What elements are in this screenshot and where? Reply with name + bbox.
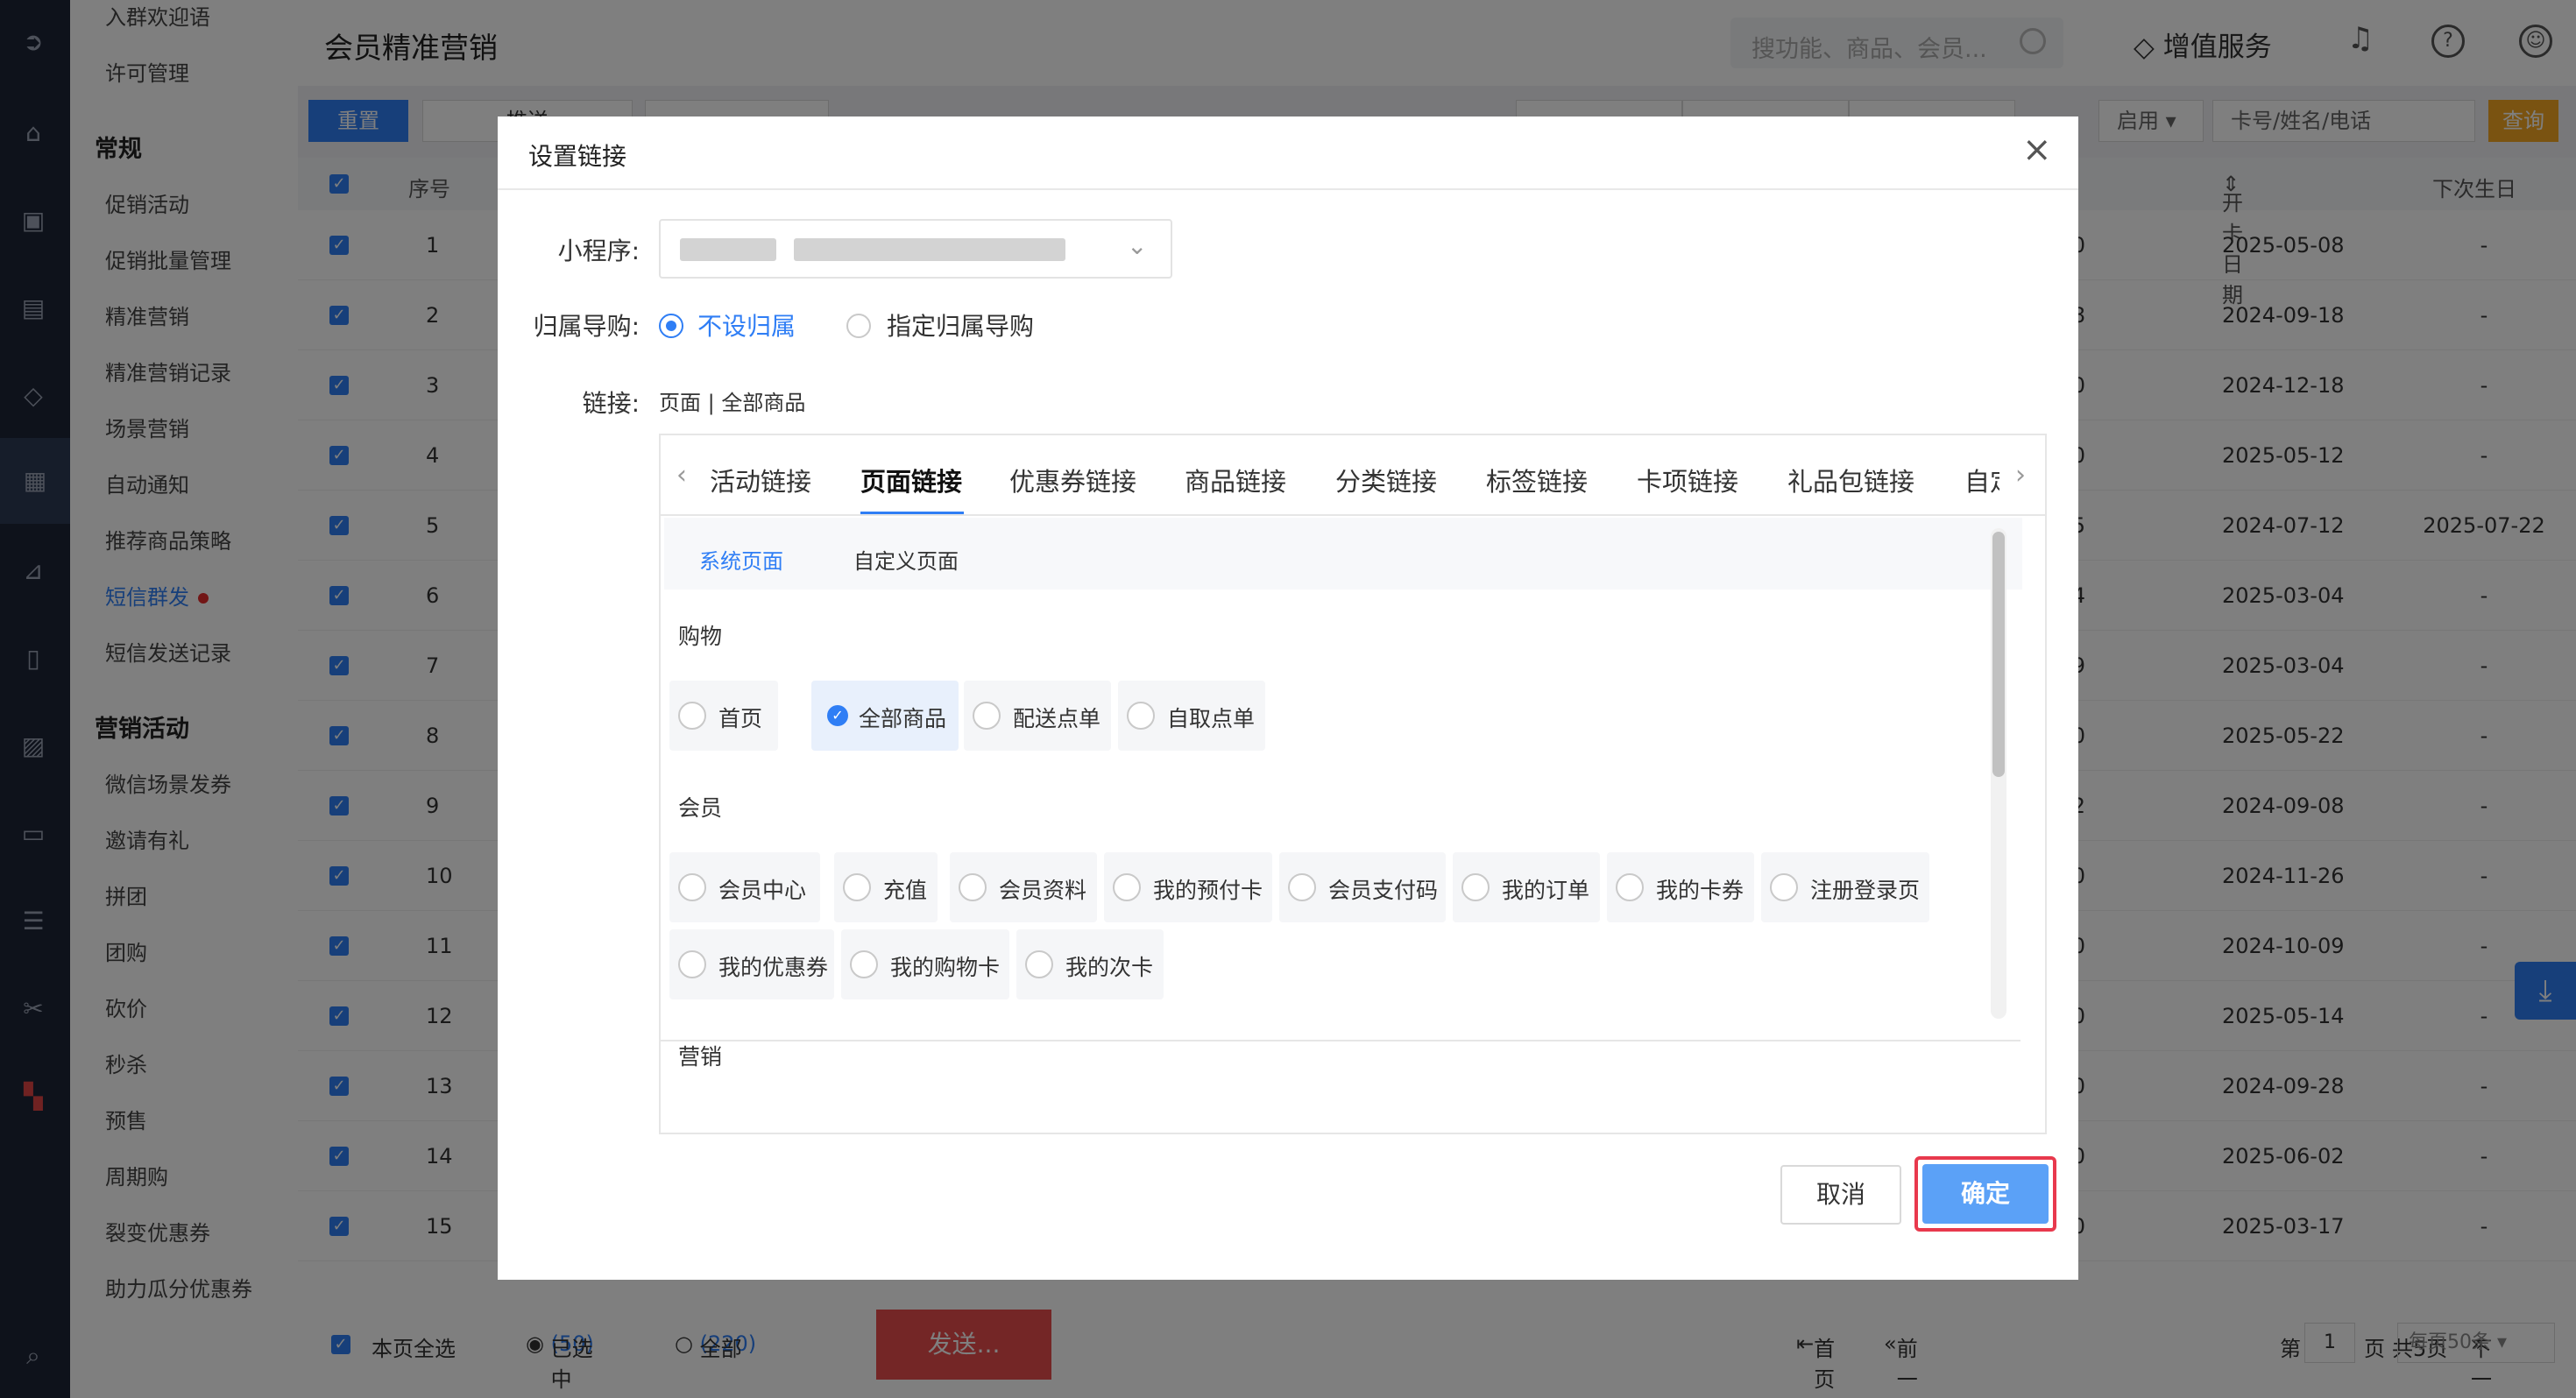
active-tab-underline	[860, 512, 964, 514]
page-option-label: 我的优惠券	[718, 955, 829, 980]
radio-circle	[678, 873, 706, 901]
radio-circle	[1616, 873, 1644, 901]
page-option[interactable]: 我的卡券	[1607, 852, 1754, 922]
page-option-label: 我的次卡	[1065, 955, 1154, 980]
radio-circle	[1127, 702, 1155, 730]
tab-page-link[interactable]: 页面链接	[860, 462, 962, 498]
tab-tag-link[interactable]: 标签链接	[1486, 462, 1588, 498]
chevron-left-icon[interactable]: ‹	[676, 460, 687, 491]
link-panel: ‹ 活动链接 页面链接 优惠券链接 商品链接 分类链接 标签链接 卡项链接 礼品…	[659, 434, 2047, 1134]
scrollbar[interactable]	[1991, 528, 2006, 1019]
radio-circle	[973, 702, 1001, 730]
tab-custom-link[interactable]: 自定	[1964, 462, 1999, 498]
page-option[interactable]: 我的订单	[1453, 852, 1600, 922]
page-option-label: 全部商品	[859, 706, 947, 731]
panel-bottom	[661, 1040, 2020, 1063]
page-type-tabs: 系统页面 自定义页面	[664, 518, 2022, 590]
dialog-title: 设置链接	[528, 142, 627, 171]
link-label: 链接:	[582, 389, 640, 418]
guide-none-radio[interactable]	[659, 314, 683, 338]
category-member: 会员	[678, 795, 723, 821]
guide-label: 归属导购:	[533, 312, 640, 341]
dialog-header: 设置链接 ×	[498, 116, 2078, 190]
redacted-text	[794, 238, 1065, 261]
radio-circle	[959, 873, 987, 901]
redacted-text	[680, 238, 776, 261]
page-option[interactable]: ✓ 全部商品	[811, 681, 959, 751]
guide-none-label[interactable]: 不设归属	[697, 307, 796, 342]
radio-circle	[1461, 873, 1490, 901]
page-option[interactable]: 我的优惠券	[669, 929, 834, 999]
check-icon: ✓	[827, 705, 848, 726]
page-option[interactable]: 我的次卡	[1016, 929, 1164, 999]
tab-coupon-link[interactable]: 优惠券链接	[1009, 462, 1136, 498]
page-option[interactable]: 会员中心	[669, 852, 820, 922]
page-option[interactable]: 会员支付码	[1279, 852, 1446, 922]
page-link-content: 系统页面 自定义页面 购物 首页 ✓ 全部商品 配送点单 自取点单 会员 会员中心 充值 会…	[664, 518, 2022, 1122]
mini-program-select[interactable]: ⌄	[659, 219, 1172, 279]
cancel-button[interactable]: 取消	[1780, 1165, 1901, 1225]
page-option-label: 会员支付码	[1328, 878, 1439, 903]
tab-activity-link[interactable]: 活动链接	[710, 462, 811, 498]
page-option-label: 首页	[718, 706, 763, 731]
radio-circle	[1770, 873, 1798, 901]
page-option[interactable]: 充值	[834, 852, 938, 922]
radio-circle	[1113, 873, 1141, 901]
guide-assign-radio[interactable]	[846, 314, 871, 338]
radio-circle	[1025, 950, 1053, 978]
confirm-highlight: 确定	[1914, 1156, 2056, 1232]
page-option[interactable]: 我的预付卡	[1104, 852, 1272, 922]
page-option[interactable]: 自取点单	[1118, 681, 1265, 751]
mini-program-label: 小程序:	[557, 237, 640, 265]
page-option-label: 会员资料	[999, 878, 1087, 903]
tab-gift-link[interactable]: 礼品包链接	[1787, 462, 1914, 498]
page-option-label: 我的预付卡	[1153, 878, 1263, 903]
close-icon[interactable]: ×	[2022, 132, 2052, 167]
page-option[interactable]: 配送点单	[964, 681, 1111, 751]
link-type-tabs: ‹ 活动链接 页面链接 优惠券链接 商品链接 分类链接 标签链接 卡项链接 礼品…	[661, 435, 2045, 516]
radio-circle	[1288, 873, 1316, 901]
page-option-label: 自取点单	[1167, 706, 1256, 731]
radio-circle	[850, 950, 878, 978]
page-option-label: 配送点单	[1013, 706, 1101, 731]
page-option[interactable]: 会员资料	[950, 852, 1097, 922]
tab-system-page[interactable]: 系统页面	[699, 544, 783, 575]
page-option[interactable]: 我的购物卡	[841, 929, 1009, 999]
category-shopping: 购物	[678, 624, 723, 649]
tab-category-link[interactable]: 分类链接	[1335, 462, 1437, 498]
guide-assign-label[interactable]: 指定归属导购	[887, 307, 1034, 342]
chevron-right-icon[interactable]: ›	[2015, 460, 2026, 491]
page-option-label: 我的卡券	[1656, 878, 1744, 903]
link-value: 页面 | 全部商品	[659, 391, 806, 415]
set-link-dialog: 设置链接 × 小程序: ⌄ 归属导购: 不设归属 指定归属导购 链接: 页面 |…	[498, 116, 2078, 1280]
page-option[interactable]: 注册登录页	[1761, 852, 1929, 922]
chevron-down-icon: ⌄	[1127, 231, 1148, 260]
page-option[interactable]: 首页	[669, 681, 778, 751]
page-option-label: 我的订单	[1502, 878, 1590, 903]
page-option-label: 我的购物卡	[890, 955, 1001, 980]
tab-product-link[interactable]: 商品链接	[1185, 462, 1286, 498]
scrollbar-thumb[interactable]	[1992, 532, 2005, 777]
tab-custom-page[interactable]: 自定义页面	[853, 544, 959, 575]
tab-card-link[interactable]: 卡项链接	[1637, 462, 1738, 498]
confirm-button[interactable]: 确定	[1922, 1164, 2049, 1224]
page-option-label: 注册登录页	[1810, 878, 1921, 903]
page-option-label: 充值	[883, 878, 928, 903]
page-option-label: 会员中心	[718, 878, 807, 903]
radio-circle	[843, 873, 871, 901]
radio-circle	[678, 950, 706, 978]
radio-circle	[678, 702, 706, 730]
